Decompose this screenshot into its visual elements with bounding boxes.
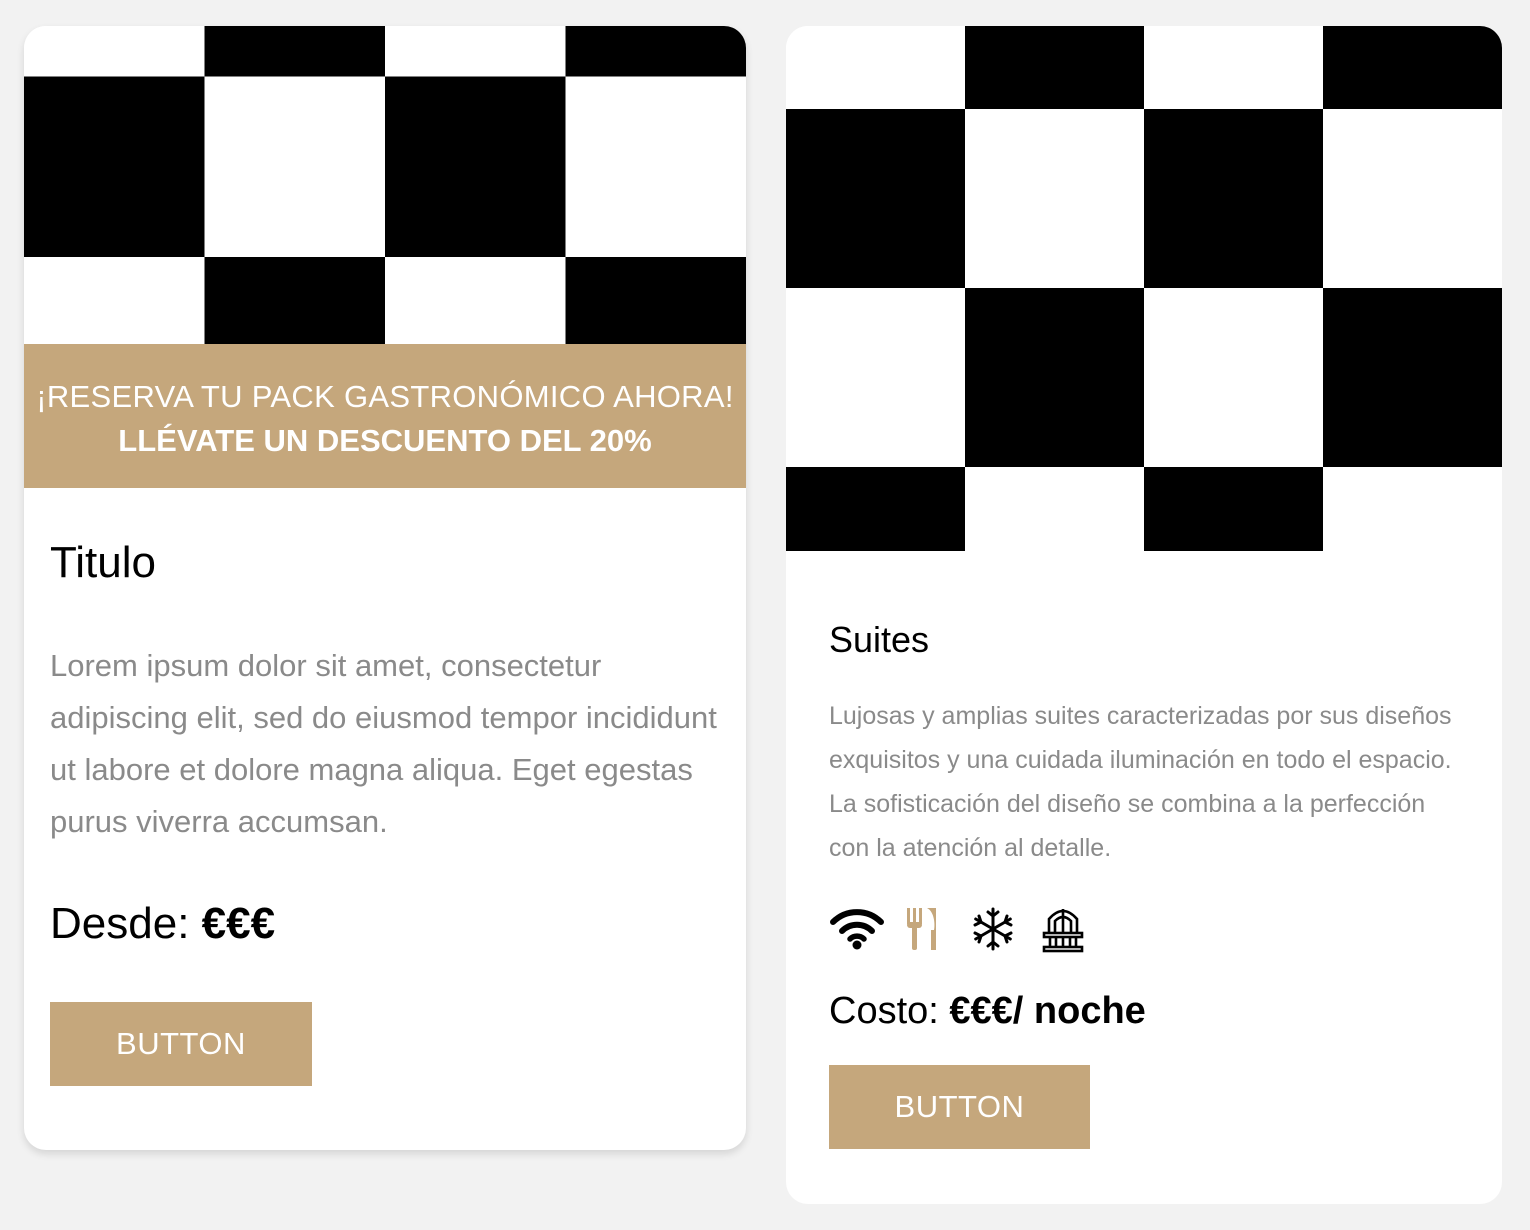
card-description: Lujosas y amplias suites caracterizadas …: [829, 702, 1452, 862]
card-image-placeholder: [786, 26, 1502, 551]
balcony-icon: [1035, 904, 1091, 954]
book-button[interactable]: BUTTON: [50, 1002, 312, 1086]
card-description: Lorem ipsum dolor sit amet, consectetur …: [50, 648, 717, 839]
card-image-placeholder: [24, 26, 746, 344]
card-title: Suites: [829, 619, 930, 660]
promo-banner: ¡RESERVA TU PACK GASTRONÓMICO AHORA! LLÉ…: [24, 344, 746, 488]
price-label: Desde:: [50, 899, 190, 948]
card-title: Titulo: [50, 538, 156, 587]
book-button[interactable]: BUTTON: [829, 1065, 1090, 1149]
promo-discount: LLÉVATE UN DESCUENTO DEL 20%: [118, 423, 652, 458]
air-conditioning-icon: [965, 904, 1021, 954]
price-line: Desde: €€€: [50, 896, 275, 952]
price-value: €€€: [201, 899, 276, 948]
wifi-icon: [829, 904, 885, 954]
restaurant-icon: [893, 904, 949, 954]
promo-card: ¡RESERVA TU PACK GASTRONÓMICO AHORA! LLÉ…: [24, 26, 746, 1150]
suites-card: Suites Lujosas y amplias suites caracter…: [786, 26, 1502, 1204]
price-label: Costo:: [829, 990, 939, 1032]
price-line: Costo: €€€/ noche: [829, 986, 1146, 1036]
promo-headline: ¡RESERVA TU PACK GASTRONÓMICO AHORA!: [36, 379, 734, 414]
price-value: €€€/ noche: [949, 990, 1146, 1032]
